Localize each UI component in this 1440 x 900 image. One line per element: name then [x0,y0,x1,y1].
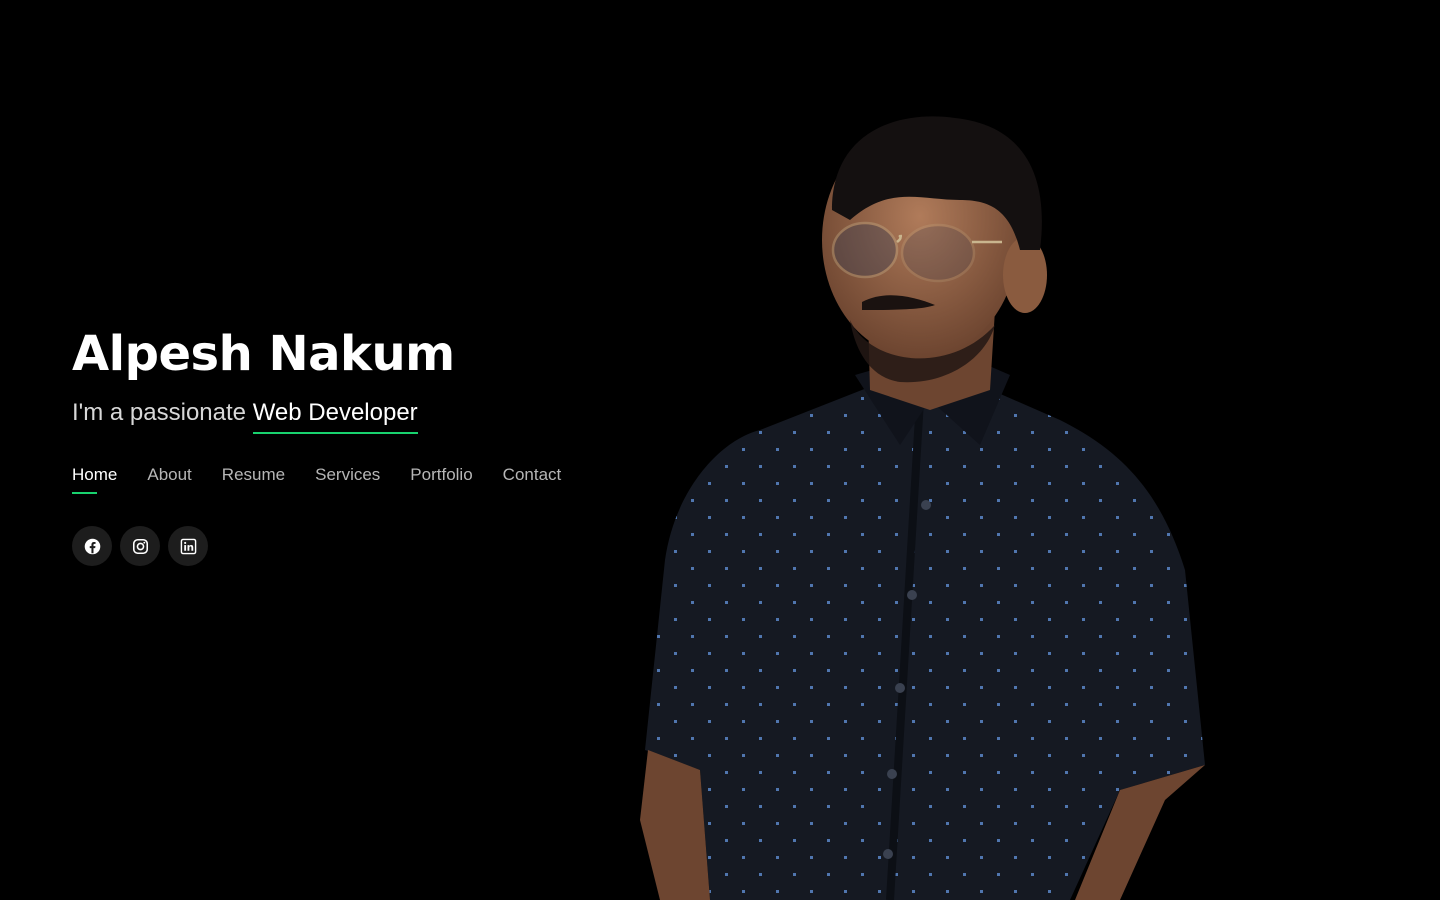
social-links [72,526,632,566]
tagline-role: Web Developer [252,398,418,434]
instagram-icon [132,538,148,554]
linkedin-icon [180,538,196,554]
hero-section: Alpesh Nakum I'm a passionate Web Develo… [72,326,632,566]
hero-name: Alpesh Nakum [72,326,455,382]
main-nav: Home About Resume Services Portfolio Con… [72,464,632,494]
nav-contact-link[interactable]: Contact [503,464,562,494]
home-page: Alpesh Nakum I'm a passionate Web Develo… [0,0,1440,900]
hero-tagline: I'm a passionate Web Developer [72,398,632,434]
tagline-prefix: I'm a passionate [72,399,253,426]
linkedin-button[interactable] [168,526,208,566]
portrait-image [640,116,1205,900]
facebook-icon [84,538,100,554]
nav-about-link[interactable]: About [147,464,191,494]
nav-portfolio-link[interactable]: Portfolio [410,464,472,494]
instagram-button[interactable] [120,526,160,566]
nav-services-link[interactable]: Services [315,464,380,494]
facebook-button[interactable] [72,526,112,566]
nav-resume-link[interactable]: Resume [222,464,285,494]
nav-home-link[interactable]: Home [72,464,117,494]
